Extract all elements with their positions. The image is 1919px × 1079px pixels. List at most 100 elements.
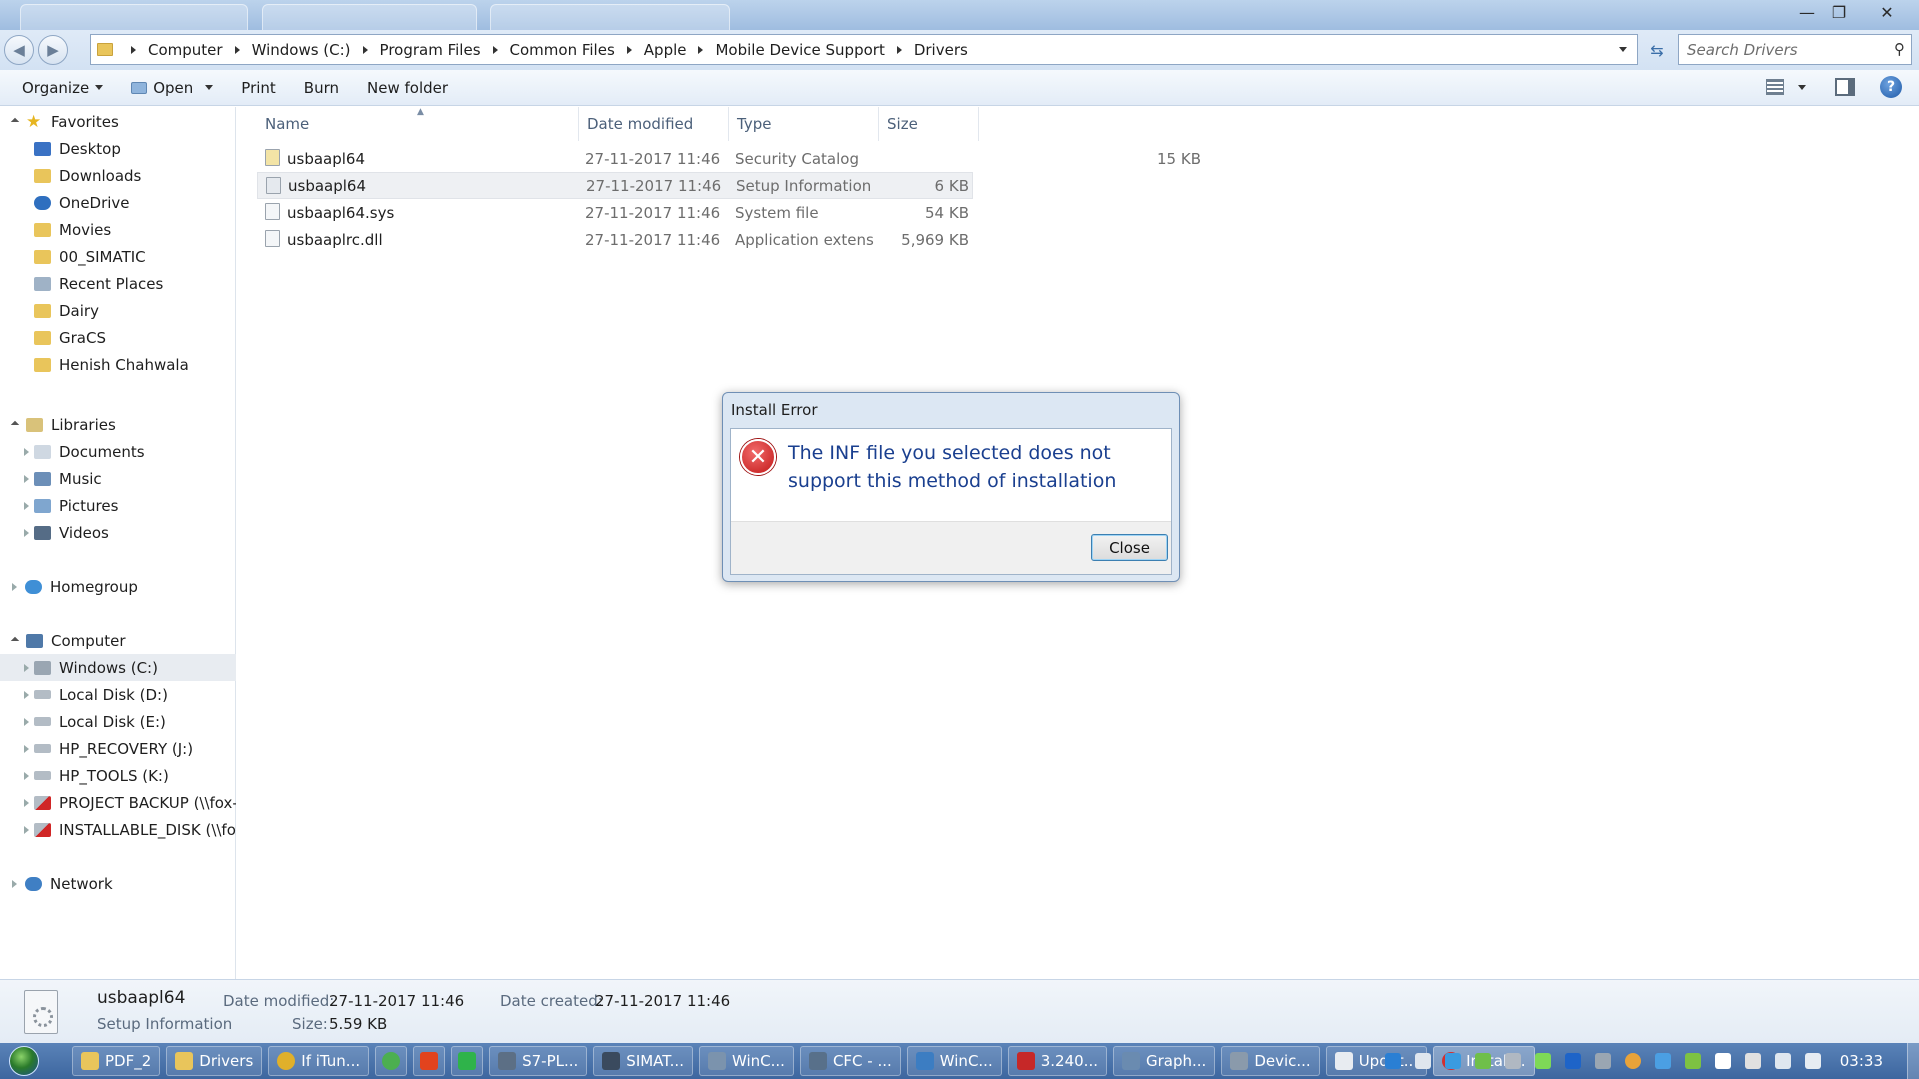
- taskbar-pdf2[interactable]: PDF_2: [72, 1046, 161, 1076]
- network-status-icon[interactable]: [1474, 1053, 1491, 1069]
- sidebar-item-installable-disk[interactable]: INSTALLABLE_DISK (\\fox-: [0, 816, 236, 843]
- clock[interactable]: 03:33: [1840, 1052, 1883, 1070]
- taskbar-simatic[interactable]: SIMAT...: [593, 1046, 693, 1076]
- show-desktop-button[interactable]: [1907, 1043, 1919, 1079]
- column-header-date[interactable]: Date modified: [579, 107, 729, 141]
- sidebar-item-music[interactable]: Music: [0, 465, 236, 492]
- chrome-icon: [277, 1052, 296, 1070]
- sidebar-libraries-label: Libraries: [51, 415, 116, 434]
- burn-button[interactable]: Burn: [290, 70, 353, 105]
- breadcrumb-mobile-device-support[interactable]: Mobile Device Support: [715, 41, 884, 59]
- taskbar-chrome[interactable]: If iTun...: [268, 1046, 370, 1076]
- view-dropdown-icon[interactable]: [1798, 85, 1806, 90]
- hp-icon[interactable]: [1654, 1053, 1671, 1069]
- column-header-type[interactable]: Type: [729, 107, 879, 141]
- breadcrumb-windows-c[interactable]: Windows (C:): [252, 41, 351, 59]
- close-button[interactable]: Close: [1091, 534, 1168, 561]
- taskbar-app-red[interactable]: [413, 1046, 446, 1076]
- open-button[interactable]: Open: [117, 70, 227, 105]
- sidebar-computer[interactable]: Computer: [0, 627, 236, 654]
- taskbar-wincc-1[interactable]: WinC...: [698, 1046, 794, 1076]
- sidebar-item-local-d[interactable]: Local Disk (D:): [0, 681, 236, 708]
- sidebar-item-onedrive[interactable]: OneDrive: [0, 189, 236, 216]
- taskbar-s7-pl[interactable]: S7-PL...: [489, 1046, 588, 1076]
- sidebar-item-windows-c[interactable]: Windows (C:): [0, 654, 236, 681]
- sidebar-item-documents[interactable]: Documents: [0, 438, 236, 465]
- bluetooth-icon[interactable]: [1564, 1053, 1581, 1069]
- file-row[interactable]: usbaapl64 27-11-2017 11:46 Security Cata…: [257, 145, 1209, 172]
- sidebar-homegroup[interactable]: Homegroup: [0, 573, 236, 600]
- flag-icon[interactable]: [1714, 1053, 1731, 1069]
- sidebar-item-simatic[interactable]: 00_SIMATIC: [0, 243, 236, 270]
- taskbar-wincc-2[interactable]: WinC...: [906, 1046, 1002, 1076]
- taskbar-cfc[interactable]: CFC - ...: [799, 1046, 901, 1076]
- sidebar-item-videos[interactable]: Videos: [0, 519, 236, 546]
- forward-button[interactable]: ▶: [38, 35, 68, 65]
- sidebar-item-desktop[interactable]: Desktop: [0, 135, 236, 162]
- sidebar-favorites[interactable]: ★ Favorites: [0, 108, 236, 135]
- back-button[interactable]: ◀: [4, 35, 34, 65]
- sidebar-item-movies[interactable]: Movies: [0, 216, 236, 243]
- column-name-label: Name: [265, 115, 310, 133]
- sidebar-item-recent-places[interactable]: Recent Places: [0, 270, 236, 297]
- sidebar-item-hp-tools[interactable]: HP_TOOLS (K:): [0, 762, 236, 789]
- organize-button[interactable]: Organize: [0, 70, 117, 105]
- breadcrumb-program-files[interactable]: Program Files: [380, 41, 481, 59]
- preview-pane-icon[interactable]: [1835, 78, 1855, 96]
- maximize-button[interactable]: ❐: [1824, 2, 1854, 22]
- column-header-size[interactable]: Size: [879, 107, 979, 141]
- security-icon[interactable]: [1414, 1053, 1431, 1069]
- taskbar-graph[interactable]: Graph...: [1112, 1046, 1216, 1076]
- ucm-icon[interactable]: [1504, 1053, 1521, 1069]
- download-icon[interactable]: [1684, 1053, 1701, 1069]
- help-icon[interactable]: ?: [1880, 76, 1902, 98]
- sidebar-item-project-backup[interactable]: PROJECT BACKUP (\\fox-d: [0, 789, 236, 816]
- sidebar-item-henish[interactable]: Henish Chahwala: [0, 351, 236, 378]
- search-icon[interactable]: ⚲: [1894, 40, 1905, 58]
- start-button[interactable]: [0, 1043, 48, 1079]
- sidebar-item-pictures[interactable]: Pictures: [0, 492, 236, 519]
- breadcrumb-apple[interactable]: Apple: [644, 41, 687, 59]
- signal-icon[interactable]: [1534, 1053, 1551, 1069]
- refresh-icon[interactable]: ⇆: [1644, 38, 1670, 62]
- wifi-icon[interactable]: [1774, 1053, 1791, 1069]
- sidebar-item-downloads[interactable]: Downloads: [0, 162, 236, 189]
- file-row[interactable]: usbaaplrc.dll 27-11-2017 11:46 Applicati…: [257, 226, 973, 253]
- file-row[interactable]: usbaapl64.sys 27-11-2017 11:46 System fi…: [257, 199, 973, 226]
- battery-icon[interactable]: [1744, 1053, 1761, 1069]
- taskbar-pdf-3240[interactable]: 3.240...: [1007, 1046, 1107, 1076]
- breadcrumb-common-files[interactable]: Common Files: [510, 41, 615, 59]
- new-folder-button[interactable]: New folder: [353, 70, 462, 105]
- security-catalog-icon: [265, 149, 280, 166]
- cloud-sync-icon[interactable]: [1624, 1053, 1641, 1069]
- taskbar-app-s[interactable]: [451, 1046, 484, 1076]
- sidebar-item-dairy[interactable]: Dairy: [0, 297, 236, 324]
- sidebar-network[interactable]: Network: [0, 870, 236, 897]
- address-dropdown-icon[interactable]: [1619, 47, 1627, 52]
- minimize-button[interactable]: —: [1792, 2, 1822, 22]
- breadcrumb-computer[interactable]: Computer: [148, 41, 223, 59]
- sidebar-item-hp-recovery[interactable]: HP_RECOVERY (J:): [0, 735, 236, 762]
- volume-icon[interactable]: [1804, 1053, 1821, 1069]
- taskbar-drivers[interactable]: Drivers: [166, 1046, 263, 1076]
- address-bar[interactable]: Computer Windows (C:) Program Files Comm…: [90, 34, 1638, 65]
- breadcrumb-drivers[interactable]: Drivers: [914, 41, 968, 59]
- taskbar-app-green[interactable]: [375, 1046, 408, 1076]
- view-options-icon[interactable]: [1766, 79, 1784, 95]
- sidebar-item-local-e[interactable]: Local Disk (E:): [0, 708, 236, 735]
- display-icon[interactable]: [1594, 1053, 1611, 1069]
- file-row-selected[interactable]: usbaapl64 27-11-2017 11:46 Setup Informa…: [257, 172, 973, 199]
- sidebar-libraries[interactable]: Libraries: [0, 411, 236, 438]
- sidebar-item-gracs[interactable]: GraCS: [0, 324, 236, 351]
- shield-icon[interactable]: [1384, 1053, 1401, 1069]
- collapse-icon: [24, 771, 29, 780]
- file-date: 27-11-2017 11:46: [585, 149, 721, 168]
- pdf-icon: [1016, 1052, 1035, 1070]
- chevron-down-icon: [205, 85, 214, 90]
- search-input[interactable]: Search Drivers ⚲: [1678, 34, 1912, 65]
- taskbar-device-manager[interactable]: Devic...: [1221, 1046, 1320, 1076]
- column-header-name[interactable]: Name ▲: [257, 107, 579, 141]
- print-button[interactable]: Print: [227, 70, 290, 105]
- close-window-button[interactable]: ✕: [1872, 2, 1902, 22]
- sync-icon[interactable]: [1444, 1053, 1461, 1069]
